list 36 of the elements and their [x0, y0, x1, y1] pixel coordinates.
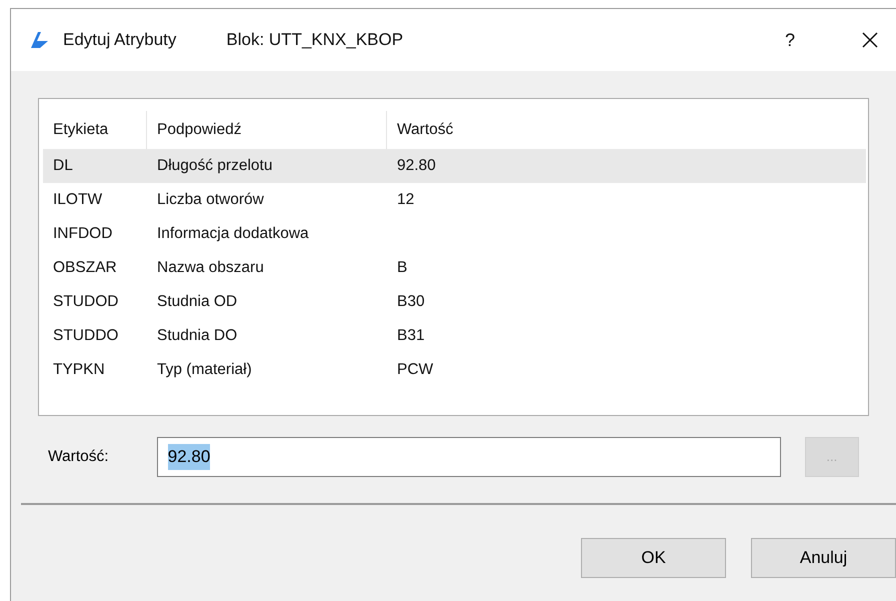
help-button[interactable]: ? — [770, 26, 810, 54]
table-cell: Nazwa obszaru — [157, 259, 264, 276]
table-cell: Studnia OD — [157, 293, 238, 310]
table-row[interactable]: OBSZAR Nazwa obszaru B — [43, 251, 866, 285]
close-icon — [861, 31, 879, 49]
table-row[interactable]: INFDOD Informacja dodatkowa — [43, 217, 866, 251]
table-cell: Informacja dodatkowa — [157, 225, 309, 242]
table-cell: 92.80 — [397, 157, 436, 174]
dialog-button[interactable]: OK — [581, 538, 726, 578]
table-cell: B — [397, 259, 408, 276]
window-subtitle: Blok: UTT_KNX_KBOP — [226, 29, 404, 52]
table-cell: B30 — [397, 293, 425, 310]
table-cell: STUDDO — [53, 327, 118, 344]
table-cell: B31 — [397, 327, 425, 344]
table-cell: ILOTW — [53, 191, 102, 208]
column-header[interactable]: Wartość — [387, 111, 866, 149]
table-row[interactable]: TYPKN Typ (materiał) PCW — [43, 353, 866, 387]
value-field[interactable]: 92.80 — [156, 437, 781, 477]
table-row[interactable]: ILOTW Liczba otworów 12 — [43, 183, 866, 217]
table-cell: Typ (materiał) — [157, 361, 252, 378]
table-cell: 12 — [397, 191, 414, 208]
table-cell: Studnia DO — [157, 327, 238, 344]
table-cell: DL — [53, 157, 73, 174]
table-cell: Długość przelotu — [157, 157, 272, 174]
table-cell: STUDOD — [53, 293, 118, 310]
table-row[interactable]: STUDOD Studnia OD B30 — [43, 285, 866, 319]
table-row[interactable]: STUDDO Studnia DO B31 — [43, 319, 866, 353]
table-cell: TYPKN — [53, 361, 105, 378]
value-label: Wartość: — [48, 447, 110, 468]
table-cell: INFDOD — [53, 225, 112, 242]
table-cell: OBSZAR — [53, 259, 117, 276]
table-cell: Liczba otworów — [157, 191, 264, 208]
dialog-button[interactable]: Anuluj — [751, 538, 896, 578]
table-cell: PCW — [397, 361, 434, 378]
table-row[interactable]: DL Długość przelotu 92.80 — [43, 149, 866, 183]
window-title: Edytuj Atrybuty — [63, 29, 176, 52]
